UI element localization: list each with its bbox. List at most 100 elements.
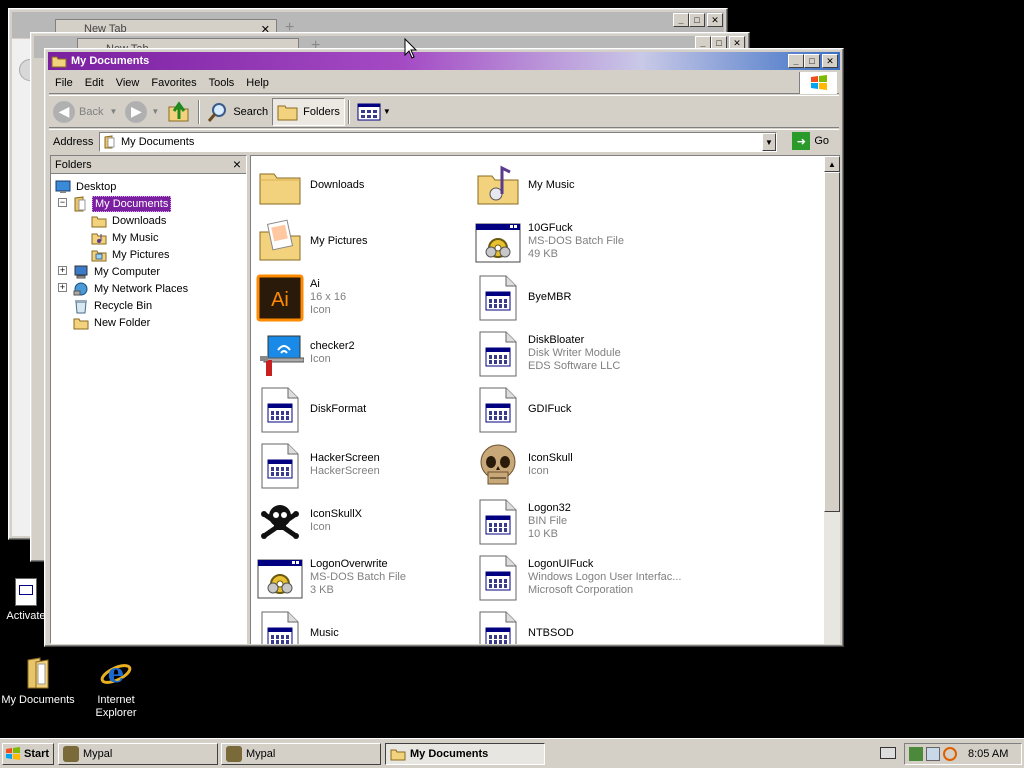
tree-item-my-network-places[interactable]: My Network Places	[73, 280, 190, 297]
file-item[interactable]: Logon32 BIN File 10 KB	[474, 498, 692, 550]
file-item[interactable]: DiskBloater Disk Writer Module EDS Softwar…	[474, 330, 692, 382]
chevron-down-icon[interactable]: ▼	[151, 107, 159, 116]
file-item-text: HackerScreen HackerScreen	[310, 452, 380, 478]
application-icon	[474, 330, 522, 378]
file-name: Music	[310, 627, 339, 639]
file-item[interactable]: ByeMBR	[474, 274, 692, 326]
address-input[interactable]: My Documents ▼	[99, 132, 777, 152]
go-button[interactable]: ➜ Go	[792, 132, 829, 150]
folders-button[interactable]: Folders	[272, 97, 345, 126]
desktop-icon-internet-explorer[interactable]: e Internet Explorer	[76, 656, 156, 720]
file-detail: MS-DOS Batch File	[528, 235, 624, 247]
menu-bar: File Edit View Favorites Tools Help	[49, 72, 839, 94]
title-bar[interactable]: My Documents _ □ ✕	[48, 52, 840, 70]
menu-help[interactable]: Help	[240, 77, 275, 89]
tree-item-my-pictures[interactable]: My Pictures	[91, 246, 171, 263]
minimize-icon[interactable]: _	[788, 54, 804, 68]
search-icon[interactable]	[943, 747, 957, 761]
music-folder-icon	[91, 233, 107, 244]
up-folder-button[interactable]	[163, 98, 195, 126]
file-item[interactable]: NTBSOD	[474, 610, 692, 644]
menu-tools[interactable]: Tools	[203, 77, 241, 89]
clock[interactable]: 8:05 AM	[968, 748, 1008, 760]
warning-icon[interactable]	[926, 747, 940, 761]
expand-icon[interactable]: +	[58, 283, 67, 292]
chevron-down-icon[interactable]: ▼	[109, 107, 117, 116]
file-item[interactable]: Ai Ai 16 x 16 Icon	[256, 274, 474, 326]
file-item[interactable]: IconSkullX Icon	[256, 498, 474, 550]
search-icon	[208, 102, 227, 122]
file-name: GDIFuck	[528, 403, 572, 415]
file-name: Logon32	[528, 502, 571, 514]
explorer-window[interactable]: My Documents _ □ ✕ File Edit View Favori…	[44, 48, 844, 647]
tree-item-downloads[interactable]: Downloads	[91, 212, 168, 229]
file-item[interactable]: LogonOverwrite MS-DOS Batch File 3 KB	[256, 554, 474, 606]
tree-item-recycle-bin[interactable]: Recycle Bin	[73, 297, 154, 314]
file-detail: Icon	[528, 465, 549, 477]
browser-icon	[226, 746, 242, 762]
file-item[interactable]: GDIFuck	[474, 386, 692, 438]
tree-item-label: My Network Places	[94, 282, 189, 295]
maximize-icon[interactable]: □	[689, 13, 705, 27]
menu-edit[interactable]: Edit	[79, 77, 110, 89]
minimize-icon[interactable]: _	[673, 13, 689, 27]
vertical-scrollbar[interactable]: ▲	[824, 156, 840, 644]
file-item[interactable]: DiskFormat	[256, 386, 474, 438]
menu-favorites[interactable]: Favorites	[145, 77, 202, 89]
start-button[interactable]: Start	[2, 743, 54, 765]
application-icon	[474, 386, 522, 434]
tree-item-new-folder[interactable]: New Folder	[73, 314, 152, 331]
forward-button[interactable]: ▶ ▼	[121, 98, 163, 126]
network-status-icon[interactable]	[909, 747, 923, 761]
menu-file[interactable]: File	[49, 77, 79, 89]
search-button[interactable]: Search	[203, 98, 272, 126]
file-item[interactable]: checker2 Icon	[256, 330, 474, 382]
file-name: Ai	[310, 278, 320, 290]
file-item[interactable]: 10GFuck MS-DOS Batch File 49 KB	[474, 218, 692, 270]
file-item[interactable]: HackerScreen HackerScreen	[256, 442, 474, 494]
file-item[interactable]: My Music	[474, 162, 692, 214]
chevron-down-icon[interactable]: ▼	[383, 107, 391, 116]
taskbar-button-mypal[interactable]: Mypal	[58, 743, 218, 765]
back-arrow-icon: ◀	[53, 100, 75, 123]
file-item[interactable]: LogonUIFuck Windows Logon User Interfac..…	[474, 554, 692, 606]
internet-explorer-icon: e	[100, 659, 132, 689]
file-item-text: My Music	[528, 179, 574, 192]
tree-item-desktop[interactable]: Desktop	[55, 178, 118, 195]
tree-item-my-computer[interactable]: My Computer	[73, 263, 162, 280]
back-button[interactable]: ◀ Back ▼	[49, 98, 121, 126]
close-icon[interactable]: ×	[233, 156, 241, 172]
application-icon	[15, 578, 37, 606]
file-detail: 10 KB	[528, 528, 558, 540]
file-item-text: Ai 16 x 16 Icon	[310, 278, 346, 317]
folder-icon	[73, 318, 89, 329]
file-name: ByeMBR	[528, 291, 572, 303]
views-icon	[357, 103, 381, 120]
chevron-down-icon[interactable]: ▼	[762, 133, 776, 151]
maximize-icon[interactable]: □	[804, 54, 820, 68]
pictures-folder-icon	[91, 250, 107, 261]
scroll-up-icon[interactable]: ▲	[824, 156, 840, 172]
menu-view[interactable]: View	[110, 77, 146, 89]
expand-icon[interactable]: +	[58, 266, 67, 275]
file-detail: Icon	[310, 353, 331, 365]
file-item[interactable]: Downloads	[256, 162, 474, 214]
scrollbar-thumb[interactable]	[824, 172, 840, 512]
browser-icon	[63, 746, 79, 762]
application-icon	[256, 442, 304, 490]
keyboard-icon[interactable]	[880, 747, 896, 759]
file-name: My Pictures	[310, 235, 368, 247]
desktop-icon-my-documents[interactable]: My Documents	[0, 656, 78, 707]
close-icon[interactable]: ✕	[822, 54, 838, 68]
file-item[interactable]: IconSkull Icon	[474, 442, 692, 494]
file-item[interactable]: My Pictures	[256, 218, 474, 270]
views-button[interactable]: ▼	[353, 98, 395, 126]
tree-item-my-music[interactable]: My Music	[91, 229, 160, 246]
file-item[interactable]: Music	[256, 610, 474, 644]
taskbar-button-my-documents[interactable]: My Documents	[385, 743, 545, 765]
tree-item-my-documents[interactable]: My Documents	[73, 195, 172, 212]
taskbar-button-mypal[interactable]: Mypal	[221, 743, 381, 765]
collapse-icon[interactable]: −	[58, 198, 67, 207]
application-icon	[474, 274, 522, 322]
close-icon[interactable]: ✕	[707, 13, 723, 27]
